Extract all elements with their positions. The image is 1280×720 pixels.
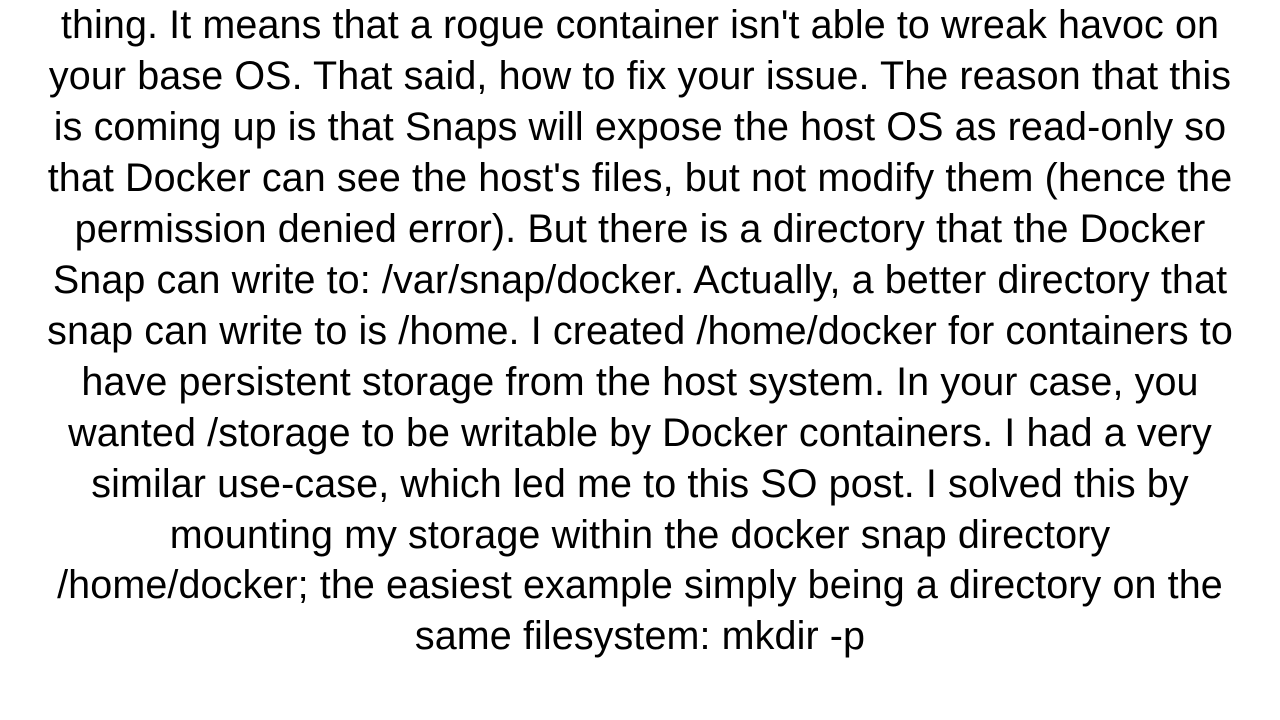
answer-body-text: thing. It means that a rogue container i… xyxy=(0,0,1280,720)
